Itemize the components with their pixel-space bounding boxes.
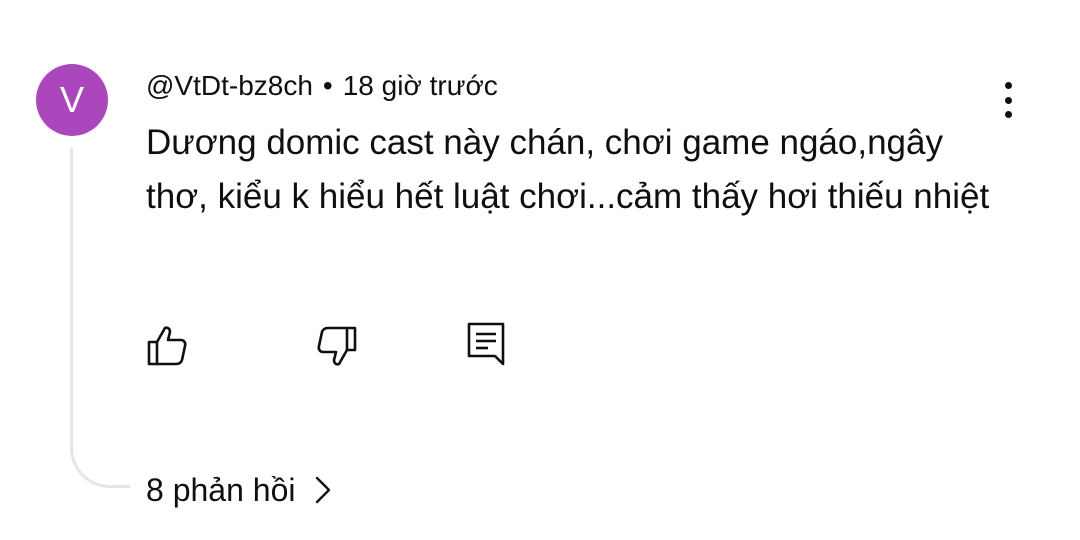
like-button[interactable] bbox=[144, 322, 192, 370]
thumbs-up-icon bbox=[147, 326, 187, 366]
thread-connector-line bbox=[70, 148, 130, 488]
comment-text: Dương domic cast này chán, chơi game ngá… bbox=[146, 123, 990, 216]
avatar-letter: V bbox=[59, 79, 84, 120]
dislike-button[interactable] bbox=[312, 322, 360, 370]
meta-separator: • bbox=[322, 70, 333, 101]
comment-meta: @VtDt-bz8ch • 18 giờ trước bbox=[146, 66, 498, 106]
timestamp[interactable]: 18 giờ trước bbox=[343, 70, 498, 101]
avatar[interactable]: V bbox=[36, 64, 108, 136]
reply-comment-icon bbox=[467, 322, 505, 366]
view-replies-button[interactable]: 8 phản hồi bbox=[146, 468, 333, 512]
more-vertical-icon-dot bbox=[1004, 96, 1012, 104]
thumbs-down-icon bbox=[317, 326, 357, 366]
comment-card: V @VtDt-bz8ch • 18 giờ trước Dương domic c… bbox=[0, 0, 1080, 540]
author-handle[interactable]: @VtDt-bz8ch bbox=[146, 70, 313, 101]
chevron-right-icon bbox=[316, 476, 331, 504]
reply-button[interactable] bbox=[464, 320, 512, 368]
more-vertical-icon bbox=[1004, 82, 1012, 89]
replies-count-label: 8 phản hồi bbox=[146, 472, 296, 508]
